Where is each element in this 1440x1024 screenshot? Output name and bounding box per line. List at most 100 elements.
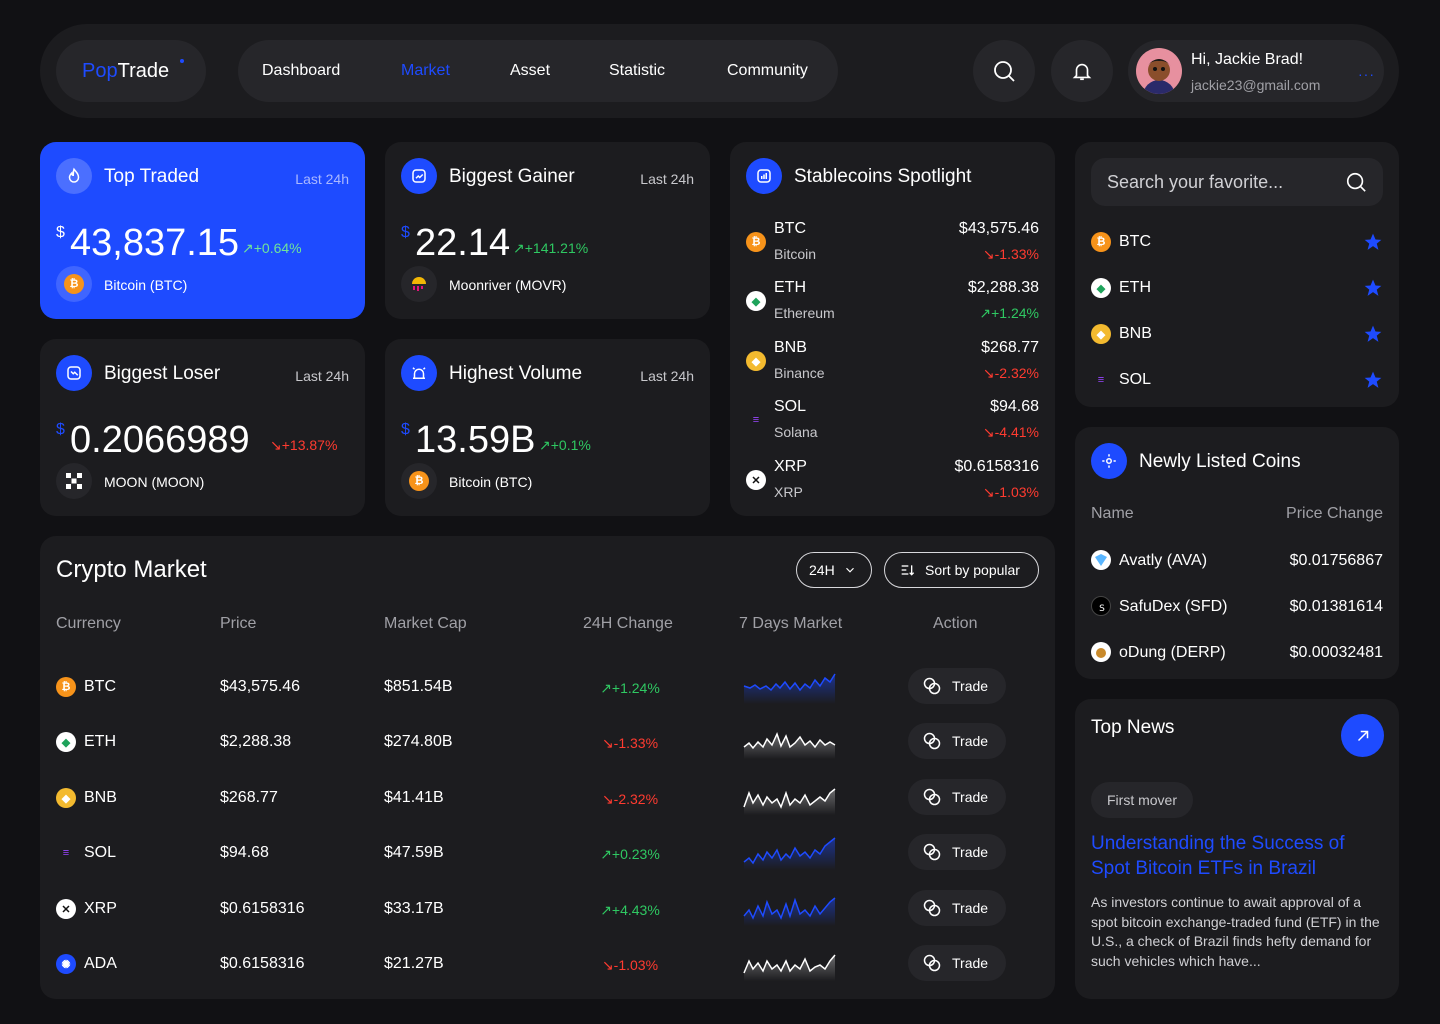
column-name: Name: [1091, 505, 1134, 522]
col-header-market-cap[interactable]: Market Cap: [384, 615, 467, 633]
table-row[interactable]: ≡ SOL $94.68 $47.59B ↗+0.23% Trade: [40, 826, 1055, 881]
top-traded-card[interactable]: Top Traded Last 24h $ 43,837.15 ↗+0.64% …: [40, 142, 365, 319]
trade-button[interactable]: Trade: [908, 668, 1006, 704]
coin-name: Binance: [774, 365, 825, 381]
biggest-gainer-card[interactable]: Biggest Gainer Last 24h $ 22.14 ↗+141.21…: [385, 142, 710, 319]
favorite-item[interactable]: ₿ BTC: [1091, 230, 1383, 254]
table-row[interactable]: ₿ BTC $43,575.46 $851.54B ↗+1.24% Trade: [40, 660, 1055, 715]
moon-coin-icon: [56, 463, 92, 499]
favorite-item[interactable]: ◆ BNB: [1091, 322, 1383, 346]
notifications-button[interactable]: [1051, 40, 1113, 102]
nav-asset[interactable]: Asset: [510, 62, 550, 80]
card-value: 43,837.15: [70, 222, 240, 264]
trade-icon: [923, 788, 941, 806]
trade-button[interactable]: Trade: [908, 834, 1006, 870]
row-change: ↗+4.43%: [600, 902, 660, 918]
bnb-icon: ◆: [1091, 324, 1111, 344]
coin-symbol: BNB: [774, 339, 807, 356]
user-email: jackie23@gmail.com: [1191, 77, 1321, 93]
card-title: Biggest Gainer: [449, 166, 575, 187]
col-header-action: Action: [933, 615, 978, 632]
sparkle-icon: [1091, 443, 1127, 479]
table-row[interactable]: ✕ XRP $0.6158316 $33.17B ↗+4.43% Trade: [40, 882, 1055, 937]
nav-statistic[interactable]: Statistic: [609, 62, 665, 80]
bnb-icon: ◆: [746, 351, 766, 371]
trade-button[interactable]: Trade: [908, 723, 1006, 759]
star-icon[interactable]: [1363, 324, 1383, 344]
sol-icon: ≡: [1097, 374, 1105, 386]
card-title: Biggest Loser: [104, 363, 221, 384]
stablecoin-row[interactable]: ◆ BNB Binance $268.77 ↘-2.32%: [730, 335, 1055, 395]
stablecoin-row[interactable]: ◆ ETH Ethereum $2,288.38 ↗+1.24%: [730, 275, 1055, 335]
bell-icon: [1072, 63, 1092, 81]
favorite-label: BTC: [1119, 233, 1151, 250]
new-coin-row[interactable]: oDung (DERP) $0.00032481: [1091, 641, 1383, 663]
card-period: Last 24h: [640, 368, 694, 384]
card-change: ↗+141.21%: [513, 240, 589, 256]
table-row[interactable]: ✺ ADA $0.6158316 $21.27B ↘-1.03% Trade: [40, 937, 1055, 992]
star-icon[interactable]: [1363, 232, 1383, 252]
trade-label: Trade: [952, 733, 989, 749]
trade-label: Trade: [952, 789, 989, 805]
coin-price: $94.68: [990, 398, 1039, 415]
open-news-button[interactable]: [1341, 714, 1384, 757]
card-period: Last 24h: [295, 171, 349, 187]
news-tag[interactable]: First mover: [1091, 782, 1193, 818]
star-icon[interactable]: [1363, 370, 1383, 390]
card-coin-name: Moonriver (MOVR): [449, 277, 567, 293]
stablecoin-row[interactable]: ✕ XRP XRP $0.6158316 ↘-1.03%: [730, 454, 1055, 514]
favorite-item[interactable]: ◆ ETH: [1091, 276, 1383, 300]
nav-dashboard[interactable]: Dashboard: [262, 62, 340, 80]
trade-button[interactable]: Trade: [908, 945, 1006, 981]
coin-change: ↘-4.41%: [982, 424, 1039, 440]
trade-button[interactable]: Trade: [908, 779, 1006, 815]
card-coin-name: MOON (MOON): [104, 474, 205, 490]
stablecoin-row[interactable]: ₿ BTC Bitcoin $43,575.46 ↘-1.33%: [730, 216, 1055, 276]
safudex-icon: S: [1091, 596, 1111, 616]
star-icon[interactable]: [1363, 278, 1383, 298]
favorite-label: ETH: [1119, 279, 1151, 296]
trade-label: Trade: [952, 678, 989, 694]
trade-icon: [923, 954, 941, 972]
sparkline-chart: [743, 673, 836, 704]
new-coin-row[interactable]: S SafuDex (SFD) $0.01381614: [1091, 595, 1383, 617]
card-value: 13.59B: [415, 419, 536, 461]
row-change: ↗+0.23%: [600, 846, 660, 862]
app-logo[interactable]: Pop Trade: [56, 40, 206, 102]
table-row[interactable]: ◆ ETH $2,288.38 $274.80B ↘-1.33% Trade: [40, 715, 1055, 770]
col-header-7-days[interactable]: 7 Days Market: [739, 615, 842, 633]
btc-icon: ₿: [746, 232, 766, 252]
favorite-item[interactable]: ≡ SOL: [1091, 368, 1383, 392]
search-button[interactable]: [973, 40, 1035, 102]
column-price-change: Price Change: [1286, 505, 1383, 522]
highest-volume-card[interactable]: Highest Volume Last 24h $ 13.59B ↗+0.1% …: [385, 339, 710, 516]
logo-text-trade: Trade: [117, 59, 170, 82]
coin-price: $43,575.46: [958, 220, 1039, 237]
sort-button[interactable]: Sort by popular: [884, 552, 1039, 588]
table-row[interactable]: ◆ BNB $268.77 $41.41B ↘-2.32% Trade: [40, 771, 1055, 826]
col-header-price[interactable]: Price: [220, 615, 256, 633]
trade-button[interactable]: Trade: [908, 890, 1006, 926]
biggest-loser-card[interactable]: Biggest Loser Last 24h $ 0.2066989 ↘+13.…: [40, 339, 365, 516]
new-coin-row[interactable]: Avatly (AVA) $0.01756867: [1091, 549, 1383, 571]
period-dropdown[interactable]: 24H: [796, 552, 872, 588]
col-header-24h-change[interactable]: 24H Change: [583, 615, 673, 633]
coin-price: $0.00032481: [1289, 644, 1383, 661]
search-input[interactable]: Search your favorite...: [1091, 158, 1383, 206]
coin-name: Avatly (AVA): [1119, 552, 1208, 569]
col-header-currency[interactable]: Currency: [56, 615, 121, 633]
trade-label: Trade: [952, 844, 989, 860]
card-period: Last 24h: [295, 368, 349, 384]
coin-name: Bitcoin: [774, 246, 817, 262]
more-options-icon[interactable]: ···: [1358, 66, 1375, 82]
sparkline-chart: [743, 897, 836, 926]
news-headline[interactable]: Understanding the Success of Spot Bitcoi…: [1091, 831, 1381, 881]
top-header: Pop Trade Dashboard Market Asset Statisti…: [40, 24, 1399, 118]
user-profile[interactable]: Hi, Jackie Brad! jackie23@gmail.com ···: [1128, 40, 1384, 102]
trade-icon: [923, 677, 941, 695]
row-currency: BTC: [84, 678, 116, 695]
stablecoin-row[interactable]: ≡ SOL Solana $94.68 ↘-4.41%: [730, 394, 1055, 454]
nav-market[interactable]: Market: [401, 62, 450, 80]
top-news-card: Top News First mover Understanding the S…: [1075, 699, 1399, 999]
nav-community[interactable]: Community: [727, 62, 808, 80]
